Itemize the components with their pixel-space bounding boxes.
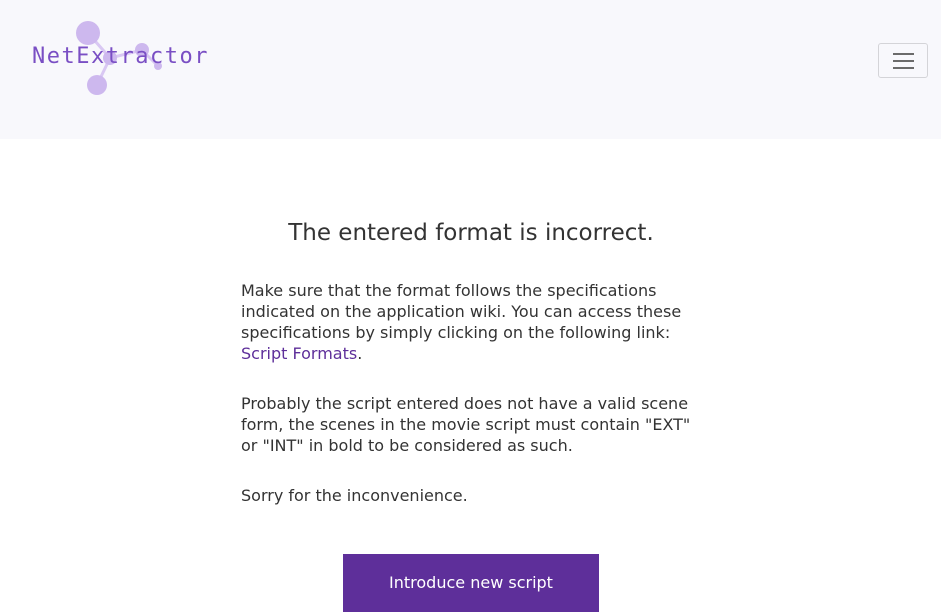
introduce-new-script-button[interactable]: Introduce new script [343, 554, 599, 612]
format-instructions-end: . [357, 344, 363, 363]
scene-form-paragraph: Probably the script entered does not hav… [241, 394, 691, 455]
hamburger-menu-icon-bar [893, 67, 914, 69]
error-message-panel: The entered format is incorrect. Make su… [241, 220, 701, 505]
header: NetExtractor [0, 0, 941, 139]
apology-paragraph: Sorry for the inconvenience. [241, 486, 468, 505]
brand-logo[interactable]: NetExtractor [30, 18, 207, 98]
script-formats-link[interactable]: Script Formats [241, 344, 357, 363]
page-title: The entered format is incorrect. [288, 220, 654, 246]
hamburger-menu-icon [893, 53, 914, 55]
brand-name: NetExtractor [32, 44, 209, 69]
format-instructions-text: Make sure that the format follows the sp… [241, 281, 682, 342]
menu-toggle-button[interactable] [878, 43, 928, 78]
hamburger-menu-icon-bar [893, 60, 914, 62]
format-instructions-paragraph: Make sure that the format follows the sp… [241, 280, 691, 364]
